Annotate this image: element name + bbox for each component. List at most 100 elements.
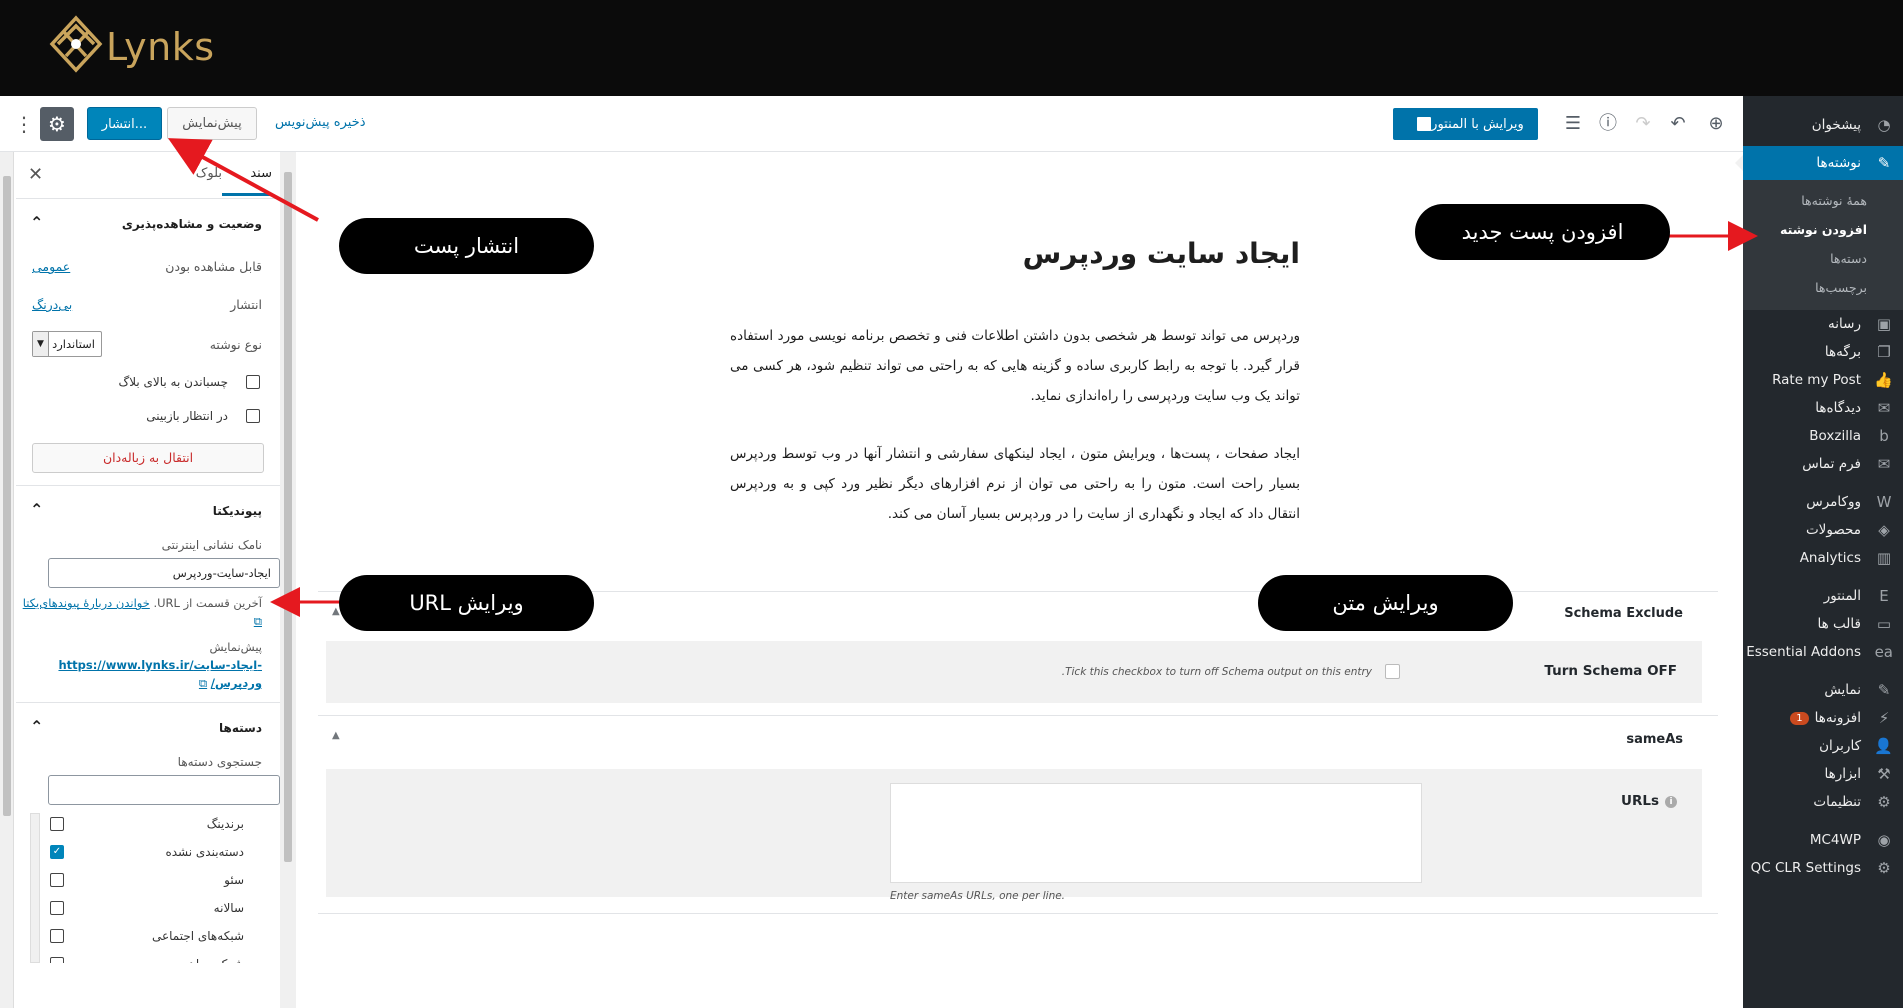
info-icon[interactable]: ⓘ bbox=[1597, 113, 1619, 135]
category-checkbox[interactable] bbox=[50, 957, 64, 963]
category-checkbox[interactable] bbox=[50, 873, 64, 887]
urls-label-wrap: i URLs bbox=[1621, 793, 1677, 809]
pending-row: در انتظار بازبینی bbox=[16, 401, 280, 435]
permalink-docs-link[interactable]: خواندن دربارهٔ پیوندهای‌یکتا bbox=[23, 596, 150, 610]
menu-item-label: کاربران bbox=[1819, 738, 1861, 754]
publish-time-label: انتشار bbox=[230, 297, 262, 312]
menu-item[interactable]: ▣ رسانه bbox=[1743, 310, 1903, 338]
submenu-item[interactable]: برچسب‌ها bbox=[1743, 273, 1903, 302]
undo-icon[interactable]: ↶ bbox=[1667, 113, 1689, 135]
tab-document[interactable]: سند bbox=[222, 166, 272, 196]
paragraph-block[interactable]: ایجاد صفحات ، پست‌ها ، ویرایش متون ، ایج… bbox=[730, 439, 1300, 529]
preview-button[interactable]: پیش‌نمایش bbox=[167, 107, 257, 140]
menu-item[interactable]: ◈ محصولات bbox=[1743, 516, 1903, 544]
tab-block[interactable]: بلوک bbox=[196, 166, 222, 181]
brand-logo[interactable]: Lynks bbox=[40, 12, 240, 82]
sticky-checkbox[interactable] bbox=[246, 375, 260, 389]
menu-item[interactable]: ea Essential Addons bbox=[1743, 638, 1903, 666]
more-options-icon[interactable]: ⋮ bbox=[14, 110, 34, 138]
annotation-edit-text: ویرایش متن bbox=[1258, 575, 1513, 631]
menu-item[interactable]: ⚡ افزونه‌ها 1 bbox=[1743, 704, 1903, 732]
menu-item[interactable]: ▭ قالب ها bbox=[1743, 610, 1903, 638]
categories-title: دسته‌ها bbox=[219, 721, 262, 735]
menu-item[interactable]: ⚙ QC CLR Settings bbox=[1743, 854, 1903, 882]
schema-off-checkbox[interactable] bbox=[1385, 664, 1400, 679]
slug-input[interactable]: ایجاد-سایت-وردپرس bbox=[48, 558, 280, 588]
block-navigation-icon[interactable]: ☰ bbox=[1562, 113, 1584, 135]
category-checkbox[interactable]: ✓ bbox=[50, 845, 64, 859]
category-checkbox[interactable] bbox=[50, 817, 64, 831]
outer-scrollbar[interactable] bbox=[0, 152, 14, 1008]
mail-icon: ✉ bbox=[1877, 455, 1891, 473]
category-search-input[interactable] bbox=[48, 775, 280, 805]
menu-item[interactable]: W ووکامرس bbox=[1743, 488, 1903, 516]
settings-gear-button[interactable]: ⚙ bbox=[40, 107, 74, 141]
top-banner: Lynks bbox=[0, 0, 1903, 96]
menu-item[interactable]: ▥ Analytics bbox=[1743, 544, 1903, 572]
menu-item[interactable]: ◉ MC4WP bbox=[1743, 826, 1903, 854]
preview-url-title: پیش‌نمایش bbox=[209, 640, 262, 654]
slug-help: آخرین قسمت از URL. خواندن دربارهٔ پیونده… bbox=[16, 594, 280, 630]
menu-item-label: رسانه bbox=[1828, 316, 1861, 332]
menu-item-label: فرم تماس bbox=[1802, 456, 1861, 472]
categories-panel-header[interactable]: دسته‌ها ⌃ bbox=[16, 703, 280, 753]
menu-item[interactable]: ✎ نمایش bbox=[1743, 676, 1903, 704]
category-scrollbar[interactable] bbox=[30, 813, 40, 963]
visibility-row: قابل مشاهده بودن عمومی bbox=[16, 249, 280, 287]
sameas-header[interactable]: sameAs ▲ bbox=[318, 715, 1718, 763]
pending-review-checkbox[interactable] bbox=[246, 409, 260, 423]
menu-item-label: MC4WP bbox=[1809, 832, 1861, 848]
preview-url-link[interactable]: https://www.lynks.ir/ایجاد-سایت- bbox=[58, 658, 262, 672]
save-draft-link[interactable]: ذخیره پیش‌نویس bbox=[275, 115, 366, 130]
menu-item[interactable]: ⚒ ابزارها bbox=[1743, 760, 1903, 788]
add-block-icon[interactable]: ⊕ bbox=[1705, 113, 1727, 135]
visibility-value-link[interactable]: عمومی bbox=[32, 259, 70, 274]
sidebar-scrollbar[interactable] bbox=[280, 152, 296, 1008]
urls-label: URLs bbox=[1621, 793, 1659, 809]
status-visibility-panel-header[interactable]: وضعیت و مشاهده‌پذیری ⌃ bbox=[16, 199, 280, 249]
menu-item-label: محصولات bbox=[1805, 522, 1861, 538]
elementor-icon: E bbox=[1879, 587, 1889, 605]
edit-with-elementor-button[interactable]: ویرایش با المنتور bbox=[1393, 108, 1538, 140]
menu-posts[interactable]: ✎ نوشته‌ها bbox=[1735, 146, 1903, 180]
menu-item[interactable]: E المنتور bbox=[1743, 582, 1903, 610]
submenu-item[interactable]: دسته‌ها bbox=[1743, 244, 1903, 273]
menu-item[interactable]: b Boxzilla bbox=[1743, 422, 1903, 450]
schema-exclude-title: Schema Exclude bbox=[1564, 606, 1683, 621]
collapse-arrow-icon[interactable]: ▲ bbox=[332, 730, 340, 741]
screenshot-root: { "brand": { "name": "Lynks", "logo_icon… bbox=[0, 0, 1903, 1008]
paragraph-block[interactable]: وردپرس می تواند توسط هر شخصی بدون داشتن … bbox=[730, 321, 1300, 411]
editor-toolbar: ⋮ ⚙ انتشار... پیش‌نمایش ذخیره پیش‌نویس و… bbox=[0, 96, 1743, 152]
move-to-trash-button[interactable]: انتقال به زباله‌دان bbox=[32, 443, 264, 473]
menu-item[interactable]: ✉ دیدگاه‌ها bbox=[1743, 394, 1903, 422]
post-format-select[interactable]: استاندارد ▼ bbox=[32, 331, 102, 357]
redo-icon[interactable]: ↷ bbox=[1632, 113, 1654, 135]
menu-dashboard[interactable]: ◔ پیشخوان bbox=[1743, 108, 1903, 142]
category-list: برندینگ ✓ دسته‌بندی نشده سئو سالانه شبکه‌های … bbox=[16, 813, 280, 963]
post-title[interactable]: ایجاد سایت وردپرس bbox=[1023, 237, 1300, 270]
menu-item[interactable]: ⚙ تنظیمات bbox=[1743, 788, 1903, 816]
category-checkbox[interactable] bbox=[50, 901, 64, 915]
preview-url-link-end[interactable]: وردپرس/ bbox=[211, 676, 262, 690]
publish-button[interactable]: انتشار... bbox=[87, 107, 162, 140]
permalink-panel-header[interactable]: پیوندیکتا ⌃ bbox=[16, 486, 280, 536]
close-icon[interactable]: ✕ bbox=[28, 164, 43, 185]
submenu-item[interactable]: افزودن نوشته bbox=[1743, 215, 1903, 244]
menu-item[interactable]: ✉ فرم تماس bbox=[1743, 450, 1903, 478]
category-checkbox[interactable] bbox=[50, 929, 64, 943]
menu-item[interactable]: 👍 Rate my Post bbox=[1743, 366, 1903, 394]
menu-item[interactable]: 👤 کاربران bbox=[1743, 732, 1903, 760]
submenu-item[interactable]: همهٔ نوشته‌ها bbox=[1743, 186, 1903, 215]
scrollbar-thumb[interactable] bbox=[3, 176, 11, 816]
slug-value: ایجاد-سایت-وردپرس bbox=[172, 566, 271, 580]
publish-time-value-link[interactable]: بی‌درنگ bbox=[32, 297, 72, 312]
menu-item[interactable]: ❐ برگه‌ها bbox=[1743, 338, 1903, 366]
plugins-icon: ⚡ bbox=[1878, 709, 1890, 727]
schema-off-row: Turn Schema OFF Tick this checkbox to tu… bbox=[326, 641, 1702, 703]
scrollbar-thumb[interactable] bbox=[284, 172, 292, 862]
menu-item-label: المنتور bbox=[1823, 588, 1861, 604]
menu-item-label: دیدگاه‌ها bbox=[1815, 400, 1861, 416]
urls-description: Enter sameAs URLs, one per line. bbox=[890, 890, 1066, 902]
sameas-urls-textarea[interactable] bbox=[890, 783, 1422, 883]
woo-icon: W bbox=[1876, 493, 1892, 511]
